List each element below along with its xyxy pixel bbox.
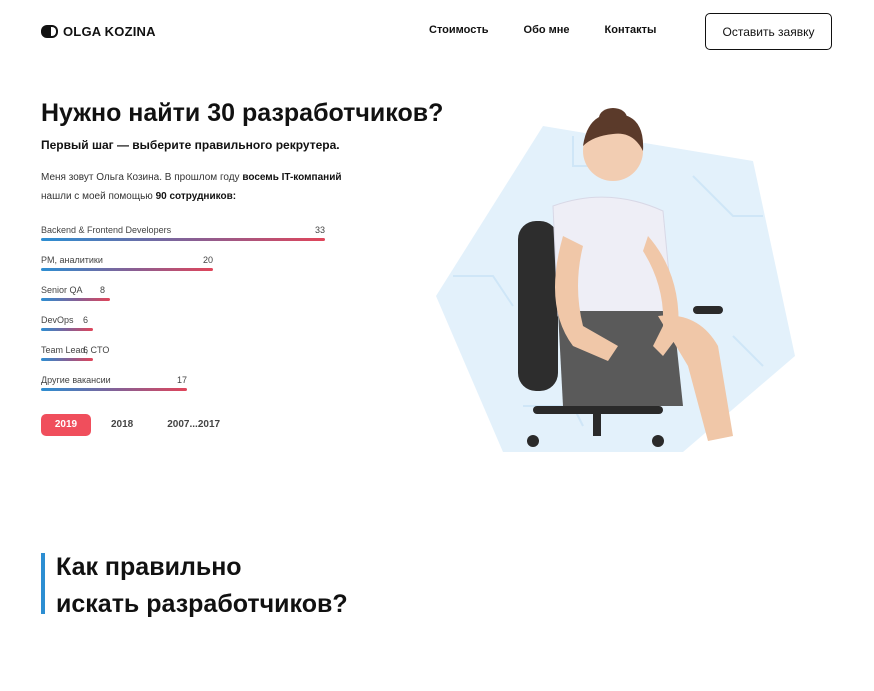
stat-row: Другие вакансии 17 (41, 374, 331, 404)
section-accent-bar (41, 553, 45, 614)
stat-label: DevOps (41, 315, 74, 325)
stat-value: 6 (83, 315, 89, 325)
stat-bar (41, 268, 213, 271)
stat-row: Senior QA 8 (41, 284, 331, 314)
stat-bar (41, 328, 93, 331)
hero-illustration (436, 108, 795, 452)
stat-value: 20 (203, 255, 214, 265)
section-title: Как правильно искать разработчиков? (56, 553, 348, 618)
hero-title: Нужно найти 30 разработчиков? (41, 99, 444, 127)
logo-text: OLGA KOZINA (63, 24, 156, 39)
nav-pricing[interactable]: Стоимость (429, 24, 489, 36)
logo[interactable]: OLGA KOZINA (41, 24, 156, 39)
main-nav: Стоимость Обо мне Контакты (429, 24, 656, 36)
stat-row: Team Lead, CTO 6 (41, 344, 331, 374)
intro-bold-companies: восемь IT-компаний (242, 172, 342, 183)
nav-contacts[interactable]: Контакты (605, 24, 657, 36)
stat-label: Senior QA (41, 285, 83, 295)
stat-row: Backend & Frontend Developers 33 (41, 224, 331, 254)
stat-value: 6 (83, 345, 89, 355)
stat-value: 17 (177, 375, 188, 385)
year-tab-2018[interactable]: 2018 (111, 414, 133, 436)
stat-label: Backend & Frontend Developers (41, 225, 172, 235)
stat-bar (41, 388, 187, 391)
hero-subtitle: Первый шаг — выберите правильного рекрут… (41, 138, 340, 152)
intro-text: Меня зовут Ольга Козина. В прошлом году … (41, 172, 342, 202)
stat-value: 33 (315, 225, 326, 235)
stat-label: Team Lead, CTO (41, 345, 110, 355)
intro-bold-employees: 90 сотрудников: (155, 191, 237, 202)
stat-value: 8 (100, 285, 106, 295)
year-tab-2007-2017[interactable]: 2007...2017 (167, 414, 220, 436)
year-tabs: 2019 2018 2007...2017 (41, 414, 220, 436)
hiring-stats: Backend & Frontend Developers 33 PM, анали… (41, 224, 331, 404)
nav-about[interactable]: Обо мне (524, 24, 570, 36)
stat-label: PM, аналитики (41, 255, 103, 265)
stat-bar (41, 298, 110, 301)
year-tab-2019[interactable]: 2019 (41, 414, 91, 436)
stat-row: PM, аналитики 20 (41, 254, 331, 284)
stat-bar (41, 358, 93, 361)
stat-row: DevOps 6 (41, 314, 331, 344)
stat-bar (41, 238, 325, 241)
logo-mark-icon (41, 25, 59, 38)
submit-request-button[interactable]: Оставить заявку (705, 13, 832, 50)
stat-label: Другие вакансии (41, 375, 111, 385)
